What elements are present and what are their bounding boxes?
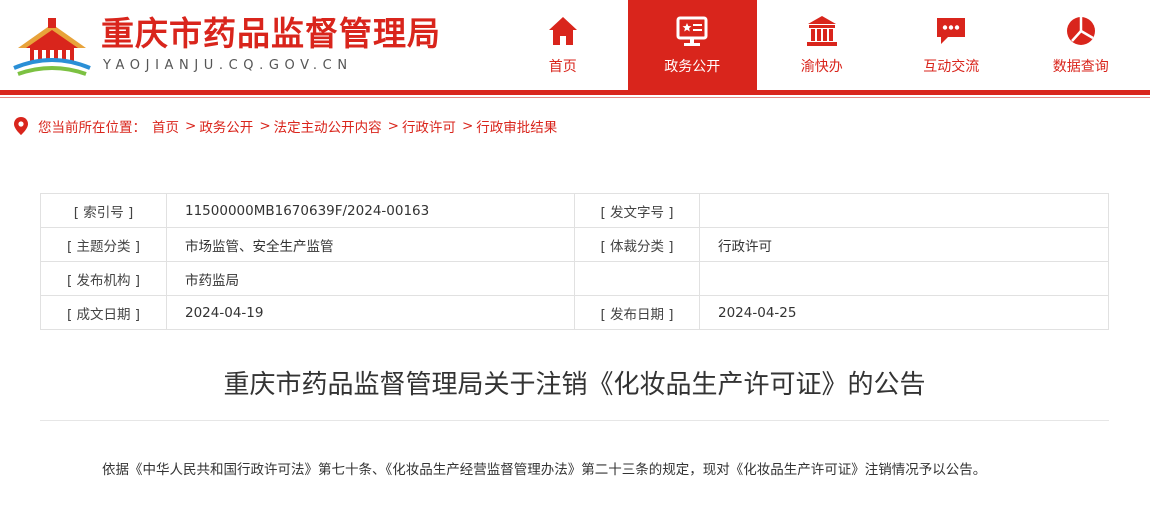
index-label: [ 索引号 ] — [40, 193, 167, 228]
header-divider-thin — [0, 97, 1150, 98]
document-body: 依据《中华人民共和国行政许可法》第七十条、《化妆品生产经营监督管理办法》第二十三… — [102, 462, 987, 478]
government-building-icon — [806, 16, 837, 46]
nav-item-home[interactable]: 首页 — [498, 0, 628, 90]
table-row: [ 成文日期 ] 2024-04-19 [ 发布日期 ] 2024-04-25 — [40, 295, 1109, 330]
breadcrumb-separator: > — [259, 118, 271, 134]
empty-cell — [699, 261, 1109, 296]
main-nav: 首页 政务公开 渝快办 互动交流 数据查询 — [498, 0, 1146, 90]
home-icon — [548, 17, 577, 45]
breadcrumb-item-home[interactable]: 首页 — [152, 116, 179, 136]
pie-chart-icon — [1066, 17, 1095, 45]
nav-item-label: 政务公开 — [664, 59, 721, 75]
created-date-value: 2024-04-19 — [166, 295, 575, 330]
nav-item-label: 渝快办 — [800, 59, 843, 75]
header-divider — [0, 90, 1150, 95]
topic-label: [ 主题分类 ] — [40, 227, 167, 262]
breadcrumb: 您当前所在位置： 首页 > 政务公开 > 法定主动公开内容 > 行政许可 > 行… — [14, 116, 557, 136]
site-title[interactable]: 重庆市药品监督管理局 — [101, 14, 441, 54]
genre-label: [ 体裁分类 ] — [574, 227, 700, 262]
doc-number-label: [ 发文字号 ] — [574, 193, 700, 228]
index-value: 11500000MB1670639F/2024-00163 — [166, 193, 575, 228]
site-domain: YAOJIANJU.CQ.GOV.CN — [103, 58, 353, 73]
nav-item-government-affairs[interactable]: 政务公开 — [627, 0, 757, 90]
table-row: [ 索引号 ] 11500000MB1670639F/2024-00163 [ … — [40, 193, 1109, 228]
nav-item-yukuaiban[interactable]: 渝快办 — [757, 0, 887, 90]
nav-item-data-query[interactable]: 数据查询 — [1016, 0, 1146, 90]
created-date-label: [ 成文日期 ] — [40, 295, 167, 330]
table-row: [ 发布机构 ] 市药监局 — [40, 261, 1109, 296]
breadcrumb-item-statutory-disclosure[interactable]: 法定主动公开内容 — [274, 116, 382, 136]
nav-item-label: 首页 — [548, 59, 577, 75]
empty-cell — [574, 261, 700, 296]
nav-item-label: 数据查询 — [1052, 59, 1109, 75]
breadcrumb-separator: > — [185, 118, 197, 134]
topic-value: 市场监管、安全生产监管 — [166, 227, 575, 262]
board-icon — [676, 16, 708, 46]
site-header: 重庆市药品监督管理局 YAOJIANJU.CQ.GOV.CN 首页 政务公开 渝… — [0, 0, 1150, 90]
location-pin-icon — [14, 117, 28, 135]
breadcrumb-separator: > — [461, 118, 474, 134]
breadcrumb-item-administrative-license[interactable]: 行政许可 — [402, 116, 456, 136]
publisher-value: 市药监局 — [166, 261, 575, 296]
document-info-table: [ 索引号 ] 11500000MB1670639F/2024-00163 [ … — [40, 193, 1109, 330]
breadcrumb-prefix: 您当前所在位置： — [38, 120, 146, 136]
breadcrumb-item-approval-results[interactable]: 行政审批结果 — [476, 116, 557, 136]
breadcrumb-item-government-affairs[interactable]: 政务公开 — [199, 116, 253, 136]
table-row: [ 主题分类 ] 市场监管、安全生产监管 [ 体裁分类 ] 行政许可 — [40, 227, 1109, 262]
genre-value: 行政许可 — [699, 227, 1109, 262]
nav-item-label: 互动交流 — [923, 59, 980, 75]
publisher-label: [ 发布机构 ] — [40, 261, 167, 296]
doc-number-value — [699, 193, 1109, 228]
nav-item-interaction[interactable]: 互动交流 — [887, 0, 1017, 90]
published-date-value: 2024-04-25 — [699, 295, 1109, 330]
building-logo-icon[interactable] — [12, 14, 92, 76]
breadcrumb-separator: > — [387, 118, 399, 134]
chat-icon — [937, 18, 966, 44]
title-divider — [40, 420, 1109, 421]
published-date-label: [ 发布日期 ] — [574, 295, 700, 330]
document-title: 重庆市药品监督管理局关于注销《化妆品生产许可证》的公告 — [223, 370, 926, 400]
